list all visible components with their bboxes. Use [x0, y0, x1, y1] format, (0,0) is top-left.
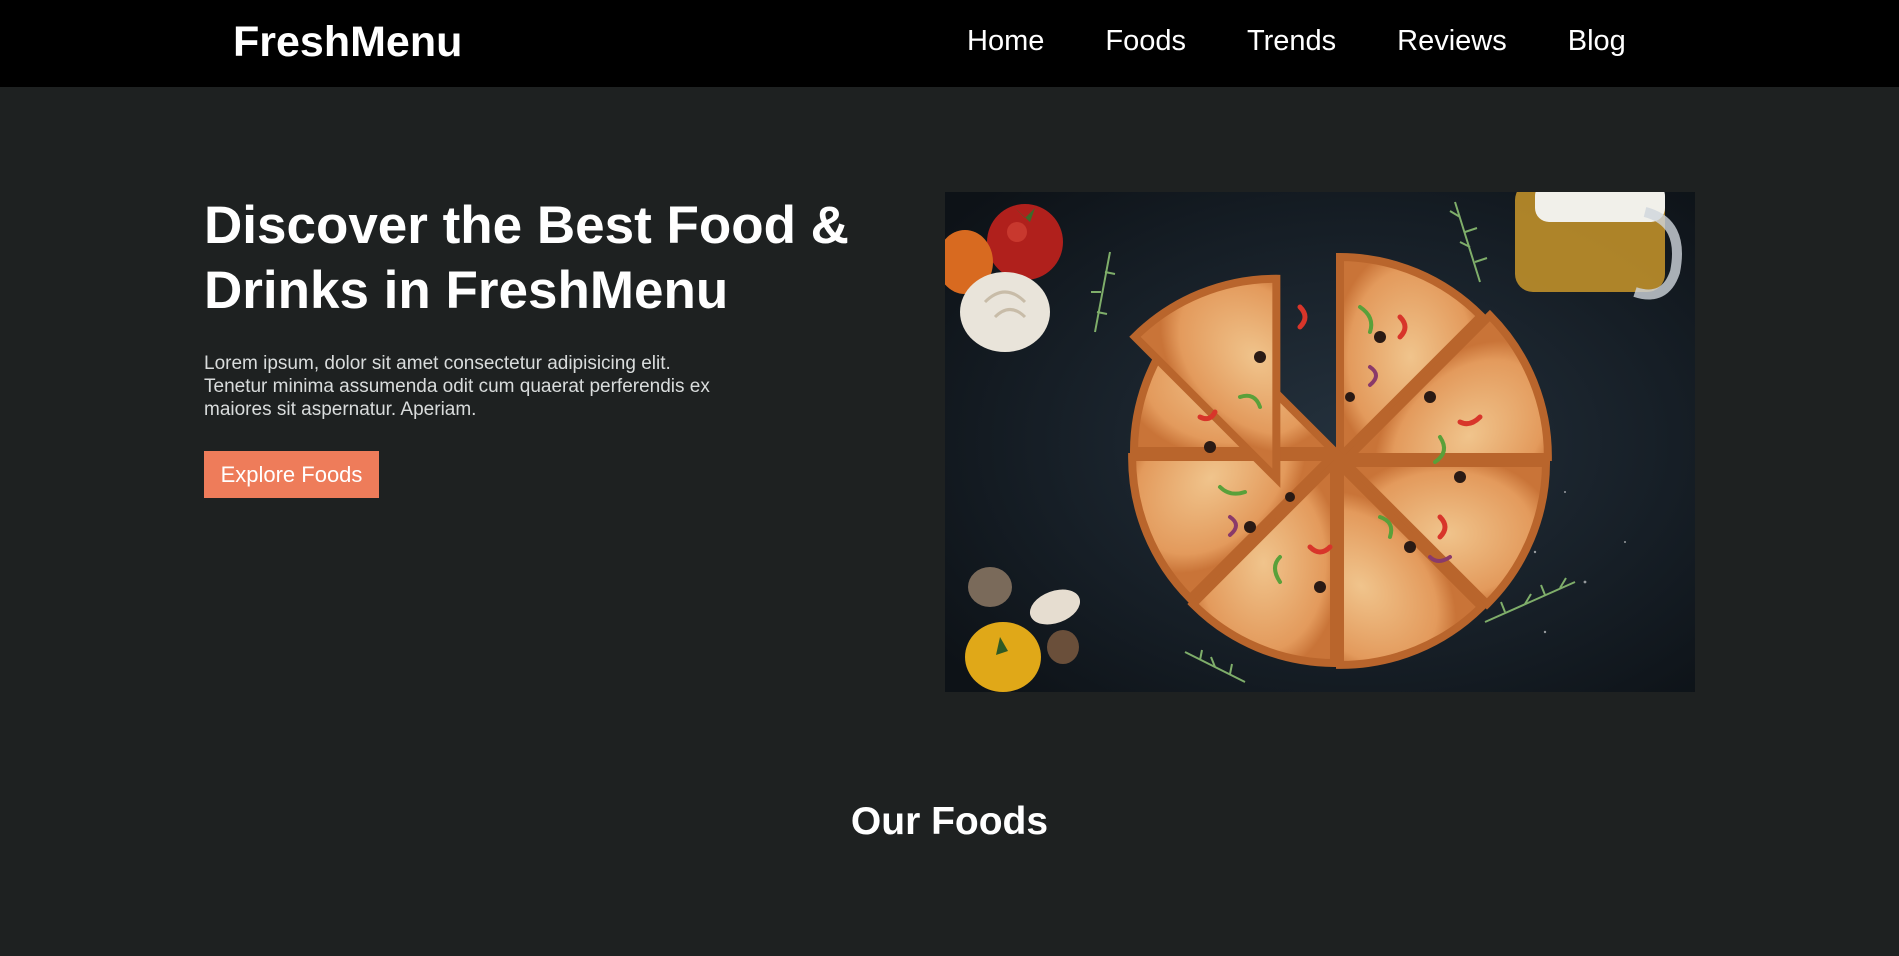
our-foods-heading: Our Foods: [850, 800, 1049, 843]
navbar: FreshMenu Home Foods Trends Reviews Blog: [0, 0, 1899, 87]
main-nav: Home Foods Trends Reviews Blog: [967, 23, 1626, 59]
nav-link-trends[interactable]: Trends: [1247, 23, 1336, 59]
nav-link-foods[interactable]: Foods: [1105, 23, 1186, 59]
hero-description: Lorem ipsum, dolor sit amet consectetur …: [204, 353, 710, 420]
hero-title: Discover the Best Food & Drinks in Fresh…: [204, 196, 849, 320]
nav-link-home[interactable]: Home: [967, 23, 1044, 59]
nav-link-blog[interactable]: Blog: [1568, 23, 1626, 59]
explore-foods-button[interactable]: Explore Foods: [204, 451, 379, 498]
nav-link-reviews[interactable]: Reviews: [1397, 23, 1507, 59]
brand-logo[interactable]: FreshMenu: [233, 18, 462, 66]
hero-pizza-image: [945, 192, 1695, 692]
